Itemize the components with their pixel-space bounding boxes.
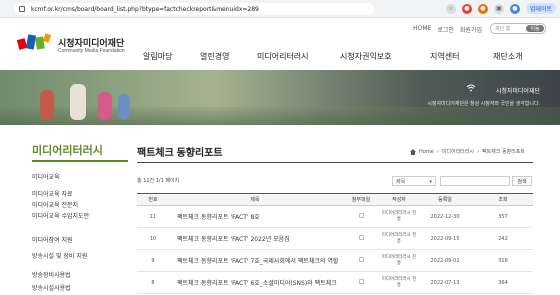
nav-item-regional-centers[interactable]: 지역센터 [430,51,493,62]
col-header-title: 제목 [250,197,260,203]
utility-links: HOME 로그인 회원가입 [413,25,482,34]
col-header-views: 조회 [498,197,508,203]
foundation-logo[interactable] [16,32,56,56]
hero-banner: 시청자미디어재단 시청자미디어재단은 창상 시청자와 국민을 생각합니다. [0,70,560,125]
puzzle-icon[interactable]: ▣ [493,3,504,14]
sidebar-item-facility-support[interactable]: 방송시설 및 장비 지원 [32,251,87,260]
row-title-link[interactable]: 팩트체크 동향리포트 'FACT' 2022년 모음집 [169,228,341,250]
lock-icon [19,6,25,12]
attachment-icon[interactable] [358,257,364,262]
row-date: 2022-09-15 [430,235,460,242]
banner-child-2 [70,84,86,120]
row-writer: 미디어리터러시 진흥 [381,232,417,244]
breadcrumb-current: 팩트체크 동향리포트 [481,149,525,155]
sidebar-item-facility-guide[interactable]: 방송시설사용법 [32,283,71,292]
logo-subtitle: Community Media Foundation [58,48,125,54]
table-row[interactable]: 9 팩트체크 동향리포트 'FACT' 7호_국제사회에서 팩트체크의 역할 미… [137,250,533,272]
table-row[interactable]: 8 팩트체크 동향리포트 'FACT' 6호_소셜미디어(SNS)와 팩트체크 … [137,272,533,294]
banner-child-4 [118,94,130,120]
home-icon [410,148,416,155]
row-views: 242 [498,235,508,242]
go-button[interactable]: 이동 [526,25,544,32]
banner-child-3 [98,92,112,120]
address-bar[interactable]: kcmf.or.kr/cms/board/board_list.php?btyp… [14,3,374,15]
page-title: 팩트체크 동향리포트 [137,148,223,159]
login-link[interactable]: 로그인 [437,25,454,34]
sidebar-divider [32,160,128,162]
row-title-link[interactable]: 팩트체크 동향리포트 'FACT' 7호_국제사회에서 팩트체크의 역할 [169,250,341,272]
signup-link[interactable]: 회원가입 [460,25,482,34]
sidebar-item-lesson-plans[interactable]: 미디어교육 수업지도안 [32,211,89,220]
table-header-row: 번호 제목 첨부파일 작성자 등록일 조회 [137,193,533,206]
col-header-writer: 작성자 [392,197,406,203]
row-views: 364 [498,279,508,286]
extension-icon-2[interactable]: ● [477,3,488,14]
nav-item-notices[interactable]: 알림마당 [143,51,200,62]
board-table: 번호 제목 첨부파일 작성자 등록일 조회 11 팩트체크 동향리포트 'FAC… [137,193,533,294]
attachment-icon[interactable] [358,235,364,240]
row-writer: 미디어리터러시 진흥 [381,254,417,266]
breadcrumb: Home › 미디어리터러시 › 팩트체크 동향리포트 [410,148,525,155]
search-field-value: 제목 [396,178,406,185]
sidebar-title: 미디어리터러시 [32,145,103,157]
chevron-down-icon: ▾ [429,179,432,185]
attachment-icon[interactable] [358,213,364,218]
sidebar-item-media-education[interactable]: 미디어교육 [32,172,60,181]
breadcrumb-media-literacy[interactable]: 미디어리터러시 [442,148,474,155]
row-title-link[interactable]: 팩트체크 동향리포트 'FACT' 6호_소셜미디어(SNS)와 팩트체크 [169,272,341,294]
extension-icon[interactable]: ● [461,3,472,14]
sidebar-item-education-journal[interactable]: 미디어교육 전문지 [32,200,78,209]
attachment-icon[interactable] [358,279,364,284]
row-number: 8 [151,279,155,286]
row-title-link[interactable]: 팩트체크 동향리포트 'FACT' 8호 [169,206,341,228]
col-header-date: 등록일 [438,197,452,203]
row-number: 11 [149,213,157,220]
browser-update-button[interactable]: 업데이트 [525,3,556,14]
table-row[interactable]: 10 팩트체크 동향리포트 'FACT' 2022년 모음집 미디어리터러시 진… [137,228,533,250]
row-date: 2022-12-30 [430,213,460,220]
banner-slogan: 시청자미디어재단은 창상 시청자와 국민을 생각합니다. [427,101,540,107]
row-writer: 미디어리터러시 진흥 [381,276,417,288]
nav-item-media-literacy[interactable]: 미디어리터러시 [257,51,340,62]
site-select-value: 재단 홈 [495,26,511,32]
row-date: 2022-07-13 [430,279,460,286]
site-header: 시청자미디어재단 Community Media Foundation HOME… [0,18,560,70]
row-views: 318 [498,257,508,264]
nav-item-management[interactable]: 열린경영 [200,51,257,62]
row-date: 2022-09-02 [430,257,460,264]
title-divider [137,162,533,163]
table-row[interactable]: 11 팩트체크 동향리포트 'FACT' 8호 미디어리터러시 진흥 2022-… [137,206,533,228]
address-url: kcmf.or.kr/cms/board/board_list.php?btyp… [31,5,259,13]
sidebar-item-education-materials[interactable]: 미디어교육 자료 [32,189,73,198]
search-input[interactable] [440,176,510,186]
browser-toolbar: kcmf.or.kr/cms/board/board_list.php?btyp… [0,0,560,18]
post-count: 총 11건 1/1 페이지 [137,178,180,184]
main-nav: 알림마당 열린경영 미디어리터러시 시청자권익보호 지역센터 재단소개 [143,51,522,62]
breadcrumb-separator: › [436,148,439,155]
col-header-number: 번호 [148,197,158,203]
site-select-box[interactable]: 재단 홈 이동 [490,23,546,34]
row-writer: 미디어리터러시 진흥 [381,210,417,222]
wifi-icon [466,84,476,92]
banner-brand: 시청자미디어재단 [495,89,540,95]
breadcrumb-separator: › [476,148,479,155]
profile-icon[interactable]: ● [509,3,520,14]
row-views: 357 [498,213,508,220]
sidebar-item-participation-support[interactable]: 미디어참여 지원 [32,235,73,244]
search-button[interactable]: 검색 [512,176,532,186]
bookmark-star-icon[interactable]: ☆ [445,3,456,14]
search-field-select[interactable]: 제목 ▾ [392,176,436,186]
breadcrumb-home[interactable]: Home [419,149,434,155]
sidebar-item-equipment-guide[interactable]: 방송장비사용법 [32,270,71,279]
home-link[interactable]: HOME [413,25,431,34]
row-number: 9 [151,257,155,264]
nav-item-viewer-rights[interactable]: 시청자권익보호 [340,51,430,62]
row-number: 10 [149,235,157,242]
col-header-attachment: 첨부파일 [351,197,371,203]
banner-child-1 [40,90,54,120]
nav-item-about[interactable]: 재단소개 [493,51,522,62]
